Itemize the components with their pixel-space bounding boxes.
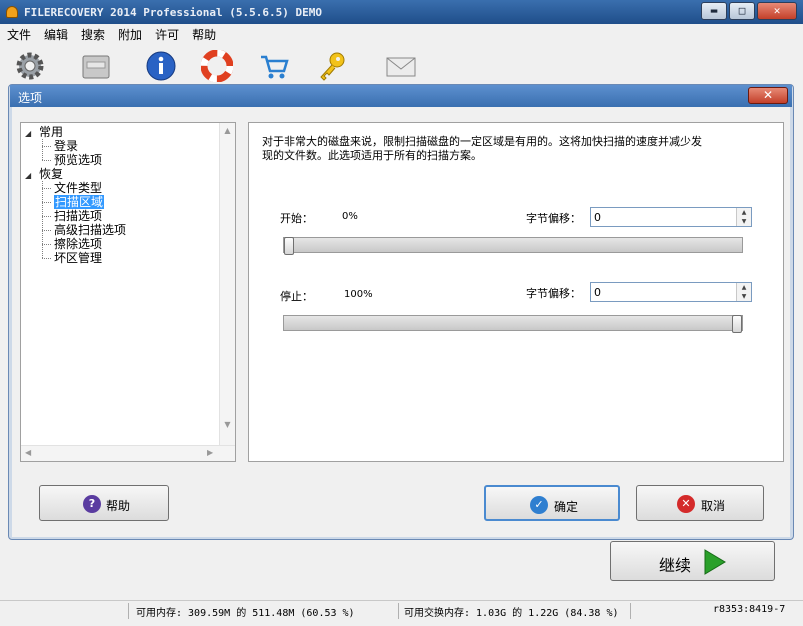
description-line-1: 对于非常大的磁盘来说，限制扫描磁盘的一定区域是有用的。这将加快扫描的速度并减少发 (262, 135, 702, 148)
cancel-button-label: 取消 (701, 499, 726, 513)
expand-arrow-icon[interactable]: ◢ (25, 129, 31, 138)
dialog-title-bar: 选项 ✕ (10, 85, 792, 107)
start-offset-value[interactable]: 0 (594, 211, 601, 224)
tree-horizontal-scrollbar[interactable]: ◀ ▶ (21, 445, 235, 461)
options-tree[interactable]: ◢ 常用 登录 预览选项 ◢ 恢复 文件类型 扫描区域 扫描选项 高级扫描选项 … (20, 122, 236, 462)
stop-slider-thumb[interactable] (732, 315, 742, 333)
app-icon (6, 6, 18, 18)
expand-arrow-icon[interactable]: ◢ (25, 171, 31, 180)
decrement-icon[interactable]: ▼ (737, 292, 751, 301)
close-button[interactable]: ✕ (757, 2, 797, 20)
stop-offset-stepper[interactable]: 0 ▲ ▼ (590, 282, 752, 302)
mail-icon[interactable] (385, 50, 417, 82)
ok-button[interactable]: ✓ 确定 (484, 485, 620, 521)
swap-status: 可用交换内存: 1.03G 的 1.22G (84.38 %) (404, 608, 619, 619)
tree-vertical-scrollbar[interactable]: ▲ ▼ (219, 123, 235, 445)
cancel-button[interactable]: ✕ 取消 (636, 485, 764, 521)
tree-item-login[interactable]: 登录 (41, 139, 78, 153)
scroll-up-icon[interactable]: ▲ (220, 126, 235, 135)
stop-slider[interactable] (283, 315, 743, 333)
increment-icon[interactable]: ▲ (737, 208, 751, 217)
maximize-button[interactable]: □ (729, 2, 755, 20)
menu-license[interactable]: 许可 (148, 24, 185, 43)
dialog-title: 选项 (18, 91, 43, 105)
scroll-down-icon[interactable]: ▼ (220, 420, 235, 429)
tree-item-scan-area[interactable]: 扫描区域 (41, 195, 105, 209)
scroll-right-icon[interactable]: ▶ (207, 448, 213, 457)
tree-item-scan-options[interactable]: 扫描选项 (41, 209, 102, 223)
menu-file[interactable]: 文件 (0, 24, 37, 43)
scroll-left-icon[interactable]: ◀ (25, 448, 31, 457)
gear-icon[interactable] (14, 50, 46, 82)
tree-item-wipe-options[interactable]: 擦除选项 (41, 237, 102, 251)
continue-button-label: 继续 (659, 556, 692, 575)
menu-bar: 文件 编辑 搜索 附加 许可 帮助 (0, 24, 803, 44)
play-arrow-icon (704, 549, 726, 575)
checkmark-icon: ✓ (530, 496, 548, 514)
dialog-close-button[interactable]: ✕ (748, 87, 788, 104)
cancel-icon: ✕ (677, 495, 695, 513)
status-bar: 可用内存: 309.59M 的 511.48M (60.53 %) 可用交换内存… (0, 600, 803, 620)
main-title-bar: FILERECOVERY 2014 Professional (5.5.6.5)… (0, 0, 803, 24)
stop-offset-value[interactable]: 0 (594, 286, 601, 299)
help-button-label: 帮助 (106, 499, 131, 513)
increment-icon[interactable]: ▲ (737, 283, 751, 292)
menu-extras[interactable]: 附加 (111, 24, 148, 43)
tree-item-file-types[interactable]: 文件类型 (41, 181, 102, 195)
memory-status: 可用内存: 309.59M 的 511.48M (60.53 %) (136, 608, 355, 619)
start-offset-stepper[interactable]: 0 ▲ ▼ (590, 207, 752, 227)
tree-item-bad-sector-management[interactable]: 坏区管理 (41, 251, 102, 265)
start-percent: 0% (342, 211, 358, 222)
tree-item-advanced-scan-options[interactable]: 高级扫描选项 (41, 223, 126, 237)
tree-group-recovery[interactable]: 恢复 (39, 167, 63, 181)
start-label: 开始： (280, 212, 313, 225)
description-line-2: 现的文件数。此选项适用于所有的扫描方案。 (262, 149, 482, 162)
menu-edit[interactable]: 编辑 (37, 24, 74, 43)
stop-label: 停止： (280, 290, 313, 303)
continue-button[interactable]: 继续 (610, 541, 775, 581)
start-slider-thumb[interactable] (284, 237, 294, 255)
ok-button-label: 确定 (554, 500, 579, 514)
decrement-icon[interactable]: ▼ (737, 217, 751, 226)
start-offset-label: 字节偏移： (526, 212, 581, 225)
drive-icon[interactable] (80, 50, 112, 82)
stop-offset-label: 字节偏移： (526, 287, 581, 300)
window-title: FILERECOVERY 2014 Professional (5.5.6.5)… (24, 6, 323, 19)
build-status: r8353:8419-7 (713, 604, 786, 615)
lifebuoy-icon[interactable] (201, 50, 233, 82)
menu-search[interactable]: 搜索 (74, 24, 111, 43)
info-icon[interactable] (145, 50, 177, 82)
stop-percent: 100% (344, 289, 373, 300)
key-icon[interactable] (316, 50, 348, 82)
tree-group-general[interactable]: 常用 (39, 125, 63, 139)
start-slider[interactable] (283, 237, 743, 255)
help-icon: ? (83, 495, 101, 513)
scan-area-panel: 对于非常大的磁盘来说，限制扫描磁盘的一定区域是有用的。这将加快扫描的速度并减少发… (248, 122, 784, 462)
menu-help[interactable]: 帮助 (185, 24, 222, 43)
help-button[interactable]: ? 帮助 (39, 485, 169, 521)
cart-icon[interactable] (258, 50, 290, 82)
minimize-button[interactable]: ▬ (701, 2, 727, 20)
tree-item-preview-options[interactable]: 预览选项 (41, 153, 102, 167)
